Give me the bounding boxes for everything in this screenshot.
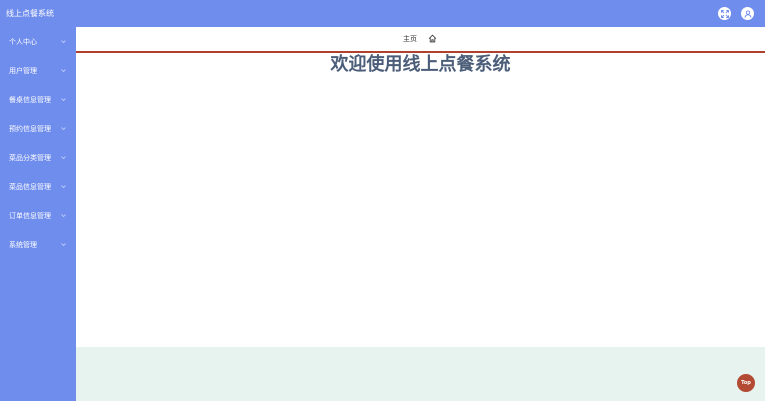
back-to-top-button[interactable]: Top: [737, 374, 755, 392]
chevron-down-icon: [61, 39, 66, 44]
chevron-down-icon: [61, 184, 66, 189]
sidebar: 个人中心 用户管理 餐桌信息管理 预约信息管理 菜品分类管理 菜品信息管理 订单…: [0, 27, 76, 401]
sidebar-item-user-management[interactable]: 用户管理: [0, 63, 76, 79]
sidebar-item-label: 餐桌信息管理: [9, 96, 51, 104]
chevron-down-icon: [61, 126, 66, 131]
chevron-down-icon: [61, 242, 66, 247]
sidebar-item-label: 用户管理: [9, 67, 37, 75]
main-content: 欢迎使用线上点餐系统: [76, 53, 765, 347]
sidebar-item-label: 菜品分类管理: [9, 154, 51, 162]
chevron-down-icon: [61, 155, 66, 160]
user-avatar-button[interactable]: [741, 7, 754, 20]
sidebar-item-reservation-info[interactable]: 预约信息管理: [0, 121, 76, 137]
fullscreen-button[interactable]: [718, 7, 731, 20]
home-icon[interactable]: [428, 34, 437, 43]
app-title: 线上点餐系统: [6, 9, 54, 18]
sidebar-item-personal-center[interactable]: 个人中心: [0, 34, 76, 50]
tab-bar: 主页: [76, 27, 765, 51]
chevron-down-icon: [61, 97, 66, 102]
sidebar-item-table-info[interactable]: 餐桌信息管理: [0, 92, 76, 108]
top-header: 线上点餐系统: [0, 0, 765, 27]
chevron-down-icon: [61, 68, 66, 73]
sidebar-item-order-info[interactable]: 订单信息管理: [0, 208, 76, 224]
sidebar-item-label: 预约信息管理: [9, 125, 51, 133]
footer: [76, 347, 765, 401]
sidebar-item-system-management[interactable]: 系统管理: [0, 237, 76, 253]
user-icon: [744, 9, 751, 18]
sidebar-item-dish-category[interactable]: 菜品分类管理: [0, 150, 76, 166]
sidebar-item-dish-info[interactable]: 菜品信息管理: [0, 179, 76, 195]
welcome-heading: 欢迎使用线上点餐系统: [330, 54, 511, 75]
chevron-down-icon: [61, 213, 66, 218]
fullscreen-icon: [720, 9, 729, 18]
tab-home[interactable]: 主页: [403, 34, 417, 44]
sidebar-item-label: 菜品信息管理: [9, 183, 51, 191]
sidebar-item-label: 个人中心: [9, 38, 37, 46]
sidebar-item-label: 系统管理: [9, 241, 37, 249]
sidebar-item-label: 订单信息管理: [9, 212, 51, 220]
